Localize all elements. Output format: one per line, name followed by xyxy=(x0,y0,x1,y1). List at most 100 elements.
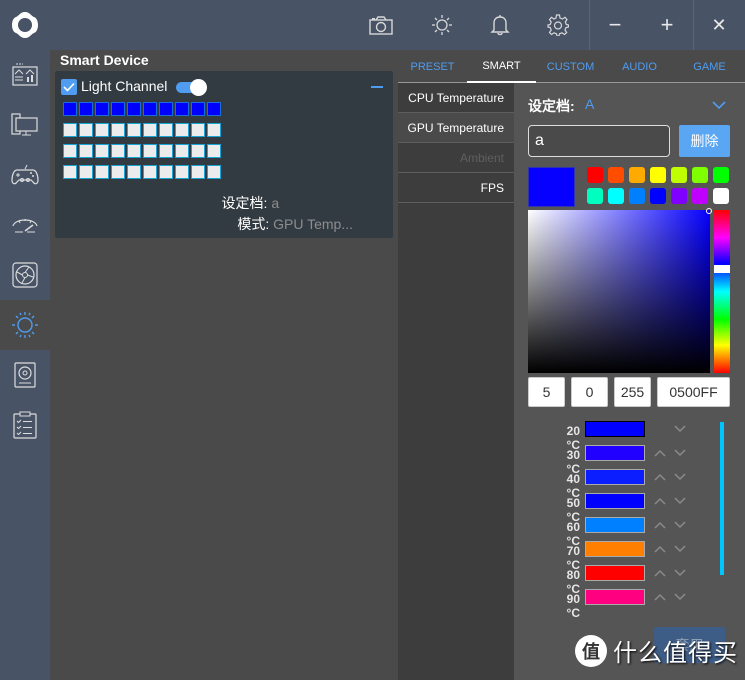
chevron-down-icon[interactable] xyxy=(673,518,687,532)
led-cell[interactable] xyxy=(175,165,189,179)
close-button[interactable]: ✕ xyxy=(694,0,744,50)
led-cell[interactable] xyxy=(111,144,125,158)
temperature-color-swatch[interactable] xyxy=(585,445,645,461)
delete-button[interactable]: 删除 xyxy=(679,125,730,157)
sidebar-item-lighting[interactable] xyxy=(0,300,50,350)
temperature-color-swatch[interactable] xyxy=(585,493,645,509)
picker-cursor[interactable] xyxy=(706,208,712,214)
hex-input[interactable] xyxy=(657,377,730,407)
led-cell[interactable] xyxy=(207,165,221,179)
led-cell[interactable] xyxy=(191,123,205,137)
led-cell[interactable] xyxy=(159,102,173,116)
maximize-button[interactable]: + xyxy=(642,0,692,50)
temperature-color-swatch[interactable] xyxy=(585,565,645,581)
source-gpu-temperature[interactable]: GPU Temperature xyxy=(398,113,514,143)
temperature-color-swatch[interactable] xyxy=(585,517,645,533)
color-swatch[interactable] xyxy=(629,167,645,183)
red-input[interactable] xyxy=(528,377,565,407)
chevron-up-icon[interactable] xyxy=(653,590,667,604)
minimize-button[interactable]: − xyxy=(590,0,640,50)
led-cell[interactable] xyxy=(159,165,173,179)
led-cell[interactable] xyxy=(95,102,109,116)
led-cell[interactable] xyxy=(79,123,93,137)
led-cell[interactable] xyxy=(63,123,77,137)
chevron-down-icon[interactable] xyxy=(673,446,687,460)
collapse-button[interactable] xyxy=(371,86,383,88)
color-swatch[interactable] xyxy=(608,188,624,204)
tab-game[interactable]: GAME xyxy=(674,50,745,83)
color-swatch[interactable] xyxy=(713,188,729,204)
led-cell[interactable] xyxy=(127,144,141,158)
source-fps[interactable]: FPS xyxy=(398,173,514,203)
channel-checkbox[interactable] xyxy=(61,79,77,95)
led-cell[interactable] xyxy=(111,165,125,179)
led-cell[interactable] xyxy=(207,123,221,137)
color-swatch[interactable] xyxy=(692,188,708,204)
temperature-color-swatch[interactable] xyxy=(585,421,645,437)
chevron-up-icon[interactable] xyxy=(653,494,667,508)
chevron-down-icon[interactable] xyxy=(673,542,687,556)
tab-preset[interactable]: PRESET xyxy=(398,50,467,83)
chevron-down-icon[interactable] xyxy=(712,97,726,115)
color-swatch[interactable] xyxy=(671,188,687,204)
blue-input[interactable] xyxy=(614,377,651,407)
chevron-up-icon[interactable] xyxy=(653,470,667,484)
color-swatch[interactable] xyxy=(587,188,603,204)
led-cell[interactable] xyxy=(175,144,189,158)
led-cell[interactable] xyxy=(63,102,77,116)
led-cell[interactable] xyxy=(79,144,93,158)
preset-selected-value[interactable]: A xyxy=(585,96,594,112)
hue-slider[interactable] xyxy=(714,210,730,373)
sidebar-item-dashboard[interactable] xyxy=(0,50,50,100)
led-cell[interactable] xyxy=(175,123,189,137)
temperature-color-swatch[interactable] xyxy=(585,589,645,605)
temperature-color-swatch[interactable] xyxy=(585,469,645,485)
led-cell[interactable] xyxy=(143,144,157,158)
led-cell[interactable] xyxy=(95,123,109,137)
led-cell[interactable] xyxy=(127,123,141,137)
led-cell[interactable] xyxy=(111,102,125,116)
saturation-value-picker[interactable] xyxy=(528,208,712,373)
led-cell[interactable] xyxy=(111,123,125,137)
chevron-down-icon[interactable] xyxy=(673,422,687,436)
led-cell[interactable] xyxy=(127,102,141,116)
camera-icon[interactable] xyxy=(368,12,394,38)
color-swatch[interactable] xyxy=(650,188,666,204)
led-cell[interactable] xyxy=(175,102,189,116)
preset-name-input[interactable] xyxy=(528,125,670,157)
bell-icon[interactable] xyxy=(487,12,513,38)
led-cell[interactable] xyxy=(143,102,157,116)
chevron-up-icon[interactable] xyxy=(653,542,667,556)
led-cell[interactable] xyxy=(159,123,173,137)
sidebar-item-devices[interactable] xyxy=(0,100,50,150)
tab-audio[interactable]: AUDIO xyxy=(605,50,674,83)
chevron-down-icon[interactable] xyxy=(673,470,687,484)
chevron-down-icon[interactable] xyxy=(673,494,687,508)
led-cell[interactable] xyxy=(79,165,93,179)
color-swatch[interactable] xyxy=(713,167,729,183)
sidebar-item-log[interactable] xyxy=(0,400,50,450)
led-cell[interactable] xyxy=(95,165,109,179)
led-cell[interactable] xyxy=(207,102,221,116)
color-swatch[interactable] xyxy=(692,167,708,183)
hue-thumb[interactable] xyxy=(714,265,730,273)
led-cell[interactable] xyxy=(191,144,205,158)
color-swatch[interactable] xyxy=(608,167,624,183)
channel-toggle[interactable] xyxy=(176,79,208,96)
scrollbar[interactable] xyxy=(720,422,724,575)
sidebar-item-fan[interactable] xyxy=(0,250,50,300)
color-swatch[interactable] xyxy=(629,188,645,204)
led-cell[interactable] xyxy=(191,165,205,179)
sidebar-item-storage[interactable] xyxy=(0,350,50,400)
led-cell[interactable] xyxy=(127,165,141,179)
temperature-color-swatch[interactable] xyxy=(585,541,645,557)
source-cpu-temperature[interactable]: CPU Temperature xyxy=(398,83,514,113)
green-input[interactable] xyxy=(571,377,608,407)
chevron-down-icon[interactable] xyxy=(673,590,687,604)
led-cell[interactable] xyxy=(191,102,205,116)
led-cell[interactable] xyxy=(95,144,109,158)
color-swatch[interactable] xyxy=(671,167,687,183)
color-swatch[interactable] xyxy=(650,167,666,183)
led-cell[interactable] xyxy=(143,165,157,179)
color-swatch[interactable] xyxy=(587,167,603,183)
